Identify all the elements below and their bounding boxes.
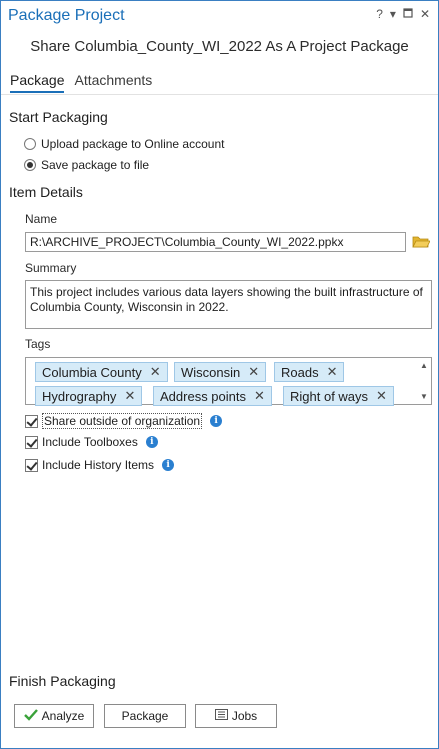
share-outside-org-option[interactable]: Share outside of organization i	[25, 413, 223, 429]
checkmark-icon	[23, 708, 38, 724]
tags-input[interactable]: Columbia County ✕ Wisconsin ✕ Roads ✕ Hy…	[25, 357, 432, 406]
tab-divider	[1, 94, 438, 95]
jobs-label: Jobs	[231, 709, 258, 723]
tag-chip: Roads ✕	[274, 362, 345, 382]
info-icon[interactable]: i	[210, 415, 223, 427]
radio-save-to-file[interactable]: Save package to file	[24, 158, 149, 172]
tag-text: Columbia County	[42, 364, 142, 380]
jobs-button[interactable]: Jobs	[195, 704, 277, 728]
title-bar: Package Project ? ▾ ✕	[1, 1, 438, 31]
include-history-option[interactable]: Include History Items i	[25, 458, 175, 472]
jobs-list-icon	[214, 709, 228, 723]
package-button[interactable]: Package	[104, 704, 186, 728]
include-toolboxes-option[interactable]: Include Toolboxes i	[25, 435, 158, 449]
tag-text: Hydrography	[42, 388, 117, 404]
pane-subtitle: Share Columbia_County_WI_2022 As A Proje…	[30, 38, 409, 55]
remove-tag-icon[interactable]: ✕	[376, 388, 387, 404]
float-window-icon[interactable]	[403, 8, 413, 20]
analyze-label: Analyze	[41, 709, 85, 723]
pane-title: Package Project	[8, 7, 125, 24]
tag-text: Address points	[160, 388, 246, 404]
tab-package[interactable]: Package	[10, 72, 65, 93]
package-label: Package	[121, 709, 169, 723]
analyze-button[interactable]: Analyze	[14, 704, 94, 728]
tag-chip: Hydrography ✕	[35, 386, 143, 406]
browse-folder-icon[interactable]	[412, 235, 431, 249]
tag-text: Roads	[281, 364, 319, 380]
options-menu-icon[interactable]: ▾	[390, 8, 396, 20]
help-icon[interactable]: ?	[376, 8, 383, 20]
start-packaging-heading: Start Packaging	[9, 109, 108, 125]
radio-upload-online[interactable]: Upload package to Online account	[24, 137, 224, 151]
info-icon[interactable]: i	[145, 436, 158, 448]
include-history-label: Include History Items	[42, 458, 155, 472]
radio-upload-label: Upload package to Online account	[41, 137, 225, 151]
summary-input[interactable]: This project includes various data layer…	[25, 280, 432, 329]
name-label: Name	[25, 212, 58, 226]
remove-tag-icon[interactable]: ✕	[150, 364, 161, 380]
include-history-checkbox[interactable]	[25, 458, 38, 472]
include-toolboxes-checkbox[interactable]	[25, 435, 38, 449]
tag-chip: Columbia County ✕	[35, 362, 168, 382]
radio-button-selected[interactable]	[24, 159, 36, 171]
tag-text: Right of ways	[290, 388, 369, 404]
summary-label: Summary	[25, 261, 77, 275]
radio-button[interactable]	[24, 138, 36, 150]
remove-tag-icon[interactable]: ✕	[124, 388, 135, 404]
tags-scrollbar[interactable]: ▲ ▼	[417, 358, 431, 404]
package-project-pane: Package Project ? ▾ ✕ Share Columbia_Cou…	[0, 0, 439, 749]
name-input[interactable]: R:\ARCHIVE_PROJECT\Columbia_County_WI_20…	[25, 232, 406, 252]
close-icon[interactable]: ✕	[420, 8, 430, 20]
tab-strip: Package Attachments	[10, 72, 152, 93]
tags-label: Tags	[25, 337, 51, 351]
remove-tag-icon[interactable]: ✕	[248, 364, 259, 380]
share-outside-checkbox[interactable]	[25, 414, 38, 428]
tab-attachments[interactable]: Attachments	[74, 72, 152, 93]
tag-chip: Right of ways ✕	[283, 386, 394, 406]
tag-text: Wisconsin	[181, 364, 241, 380]
include-toolboxes-label: Include Toolboxes	[42, 435, 138, 449]
tag-chip: Address points ✕	[153, 386, 272, 406]
remove-tag-icon[interactable]: ✕	[327, 364, 338, 380]
scroll-up-icon[interactable]: ▲	[420, 361, 428, 370]
share-outside-label: Share outside of organization	[42, 413, 203, 429]
finish-packaging-heading: Finish Packaging	[9, 673, 116, 689]
remove-tag-icon[interactable]: ✕	[254, 388, 265, 404]
info-icon[interactable]: i	[162, 459, 175, 471]
item-details-heading: Item Details	[9, 184, 83, 200]
scroll-down-icon[interactable]: ▼	[420, 392, 428, 401]
tag-chip: Wisconsin ✕	[174, 362, 267, 382]
title-bar-controls: ? ▾ ✕	[376, 8, 430, 20]
radio-save-label: Save package to file	[41, 158, 150, 172]
